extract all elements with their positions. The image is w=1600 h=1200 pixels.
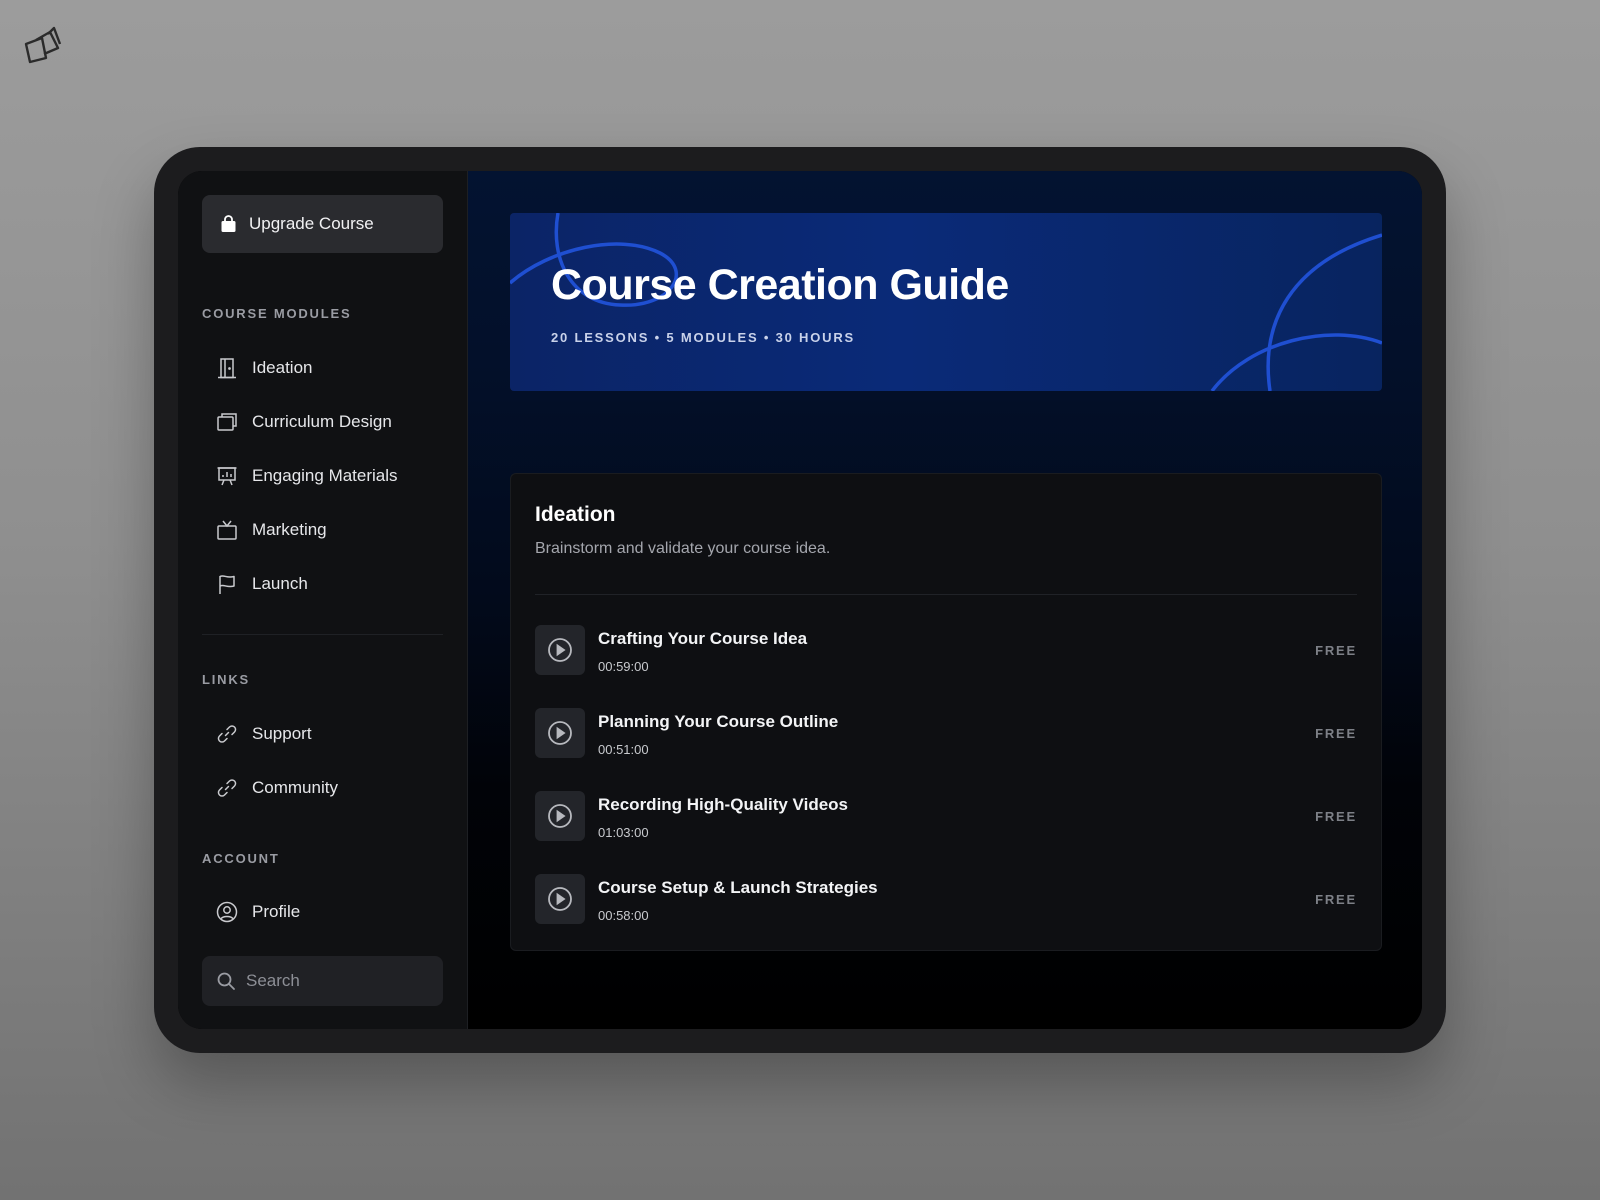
course-meta: 20 LESSONS • 5 MODULES • 30 HOURS [551, 330, 856, 345]
play-circle-icon [548, 721, 572, 745]
sidebar-item-community[interactable]: Community [216, 761, 338, 815]
sidebar-item-label: Ideation [252, 358, 313, 377]
sidebar-item-curriculum-design[interactable]: Curriculum Design [216, 395, 398, 449]
sidebar-item-label: Profile [252, 902, 301, 921]
sidebar-item-support[interactable]: Support [216, 707, 338, 761]
module-title: Ideation [535, 503, 616, 526]
stacked-squares-logo-icon [24, 26, 62, 64]
door-icon [218, 358, 236, 379]
lesson-duration: 00:51:00 [598, 742, 649, 757]
sidebar-item-label: Engaging Materials [252, 466, 398, 485]
link-icon [217, 779, 237, 797]
upgrade-course-button[interactable]: Upgrade Course [202, 195, 443, 253]
lesson-title: Crafting Your Course Idea [598, 629, 808, 648]
links-heading: LINKS [202, 672, 250, 687]
link-icon [217, 725, 237, 743]
play-button[interactable] [535, 874, 585, 924]
course-title: Course Creation Guide [551, 261, 1009, 309]
sidebar-divider [202, 634, 443, 635]
sidebar: Upgrade Course COURSE MODULES Ideation C… [178, 171, 468, 1029]
module-divider [535, 594, 1357, 595]
sidebar-item-label: Marketing [252, 520, 327, 539]
layers-icon [217, 413, 237, 431]
upgrade-course-label: Upgrade Course [249, 214, 374, 233]
lesson-title: Recording High-Quality Videos [598, 795, 848, 814]
sidebar-item-label: Launch [252, 574, 308, 593]
free-badge: FREE [1315, 892, 1357, 907]
module-card: Ideation Brainstorm and validate your co… [510, 473, 1382, 951]
free-badge: FREE [1315, 643, 1357, 658]
sidebar-item-marketing[interactable]: Marketing [216, 503, 398, 557]
lesson-item[interactable]: Course Setup & Launch Strategies 00:58:0… [535, 874, 1357, 957]
shopping-bag-icon [221, 215, 236, 232]
sidebar-item-label: Support [252, 724, 312, 743]
play-button[interactable] [535, 708, 585, 758]
account-list: Profile [216, 885, 300, 939]
tablet-frame: Upgrade Course COURSE MODULES Ideation C… [154, 147, 1446, 1053]
sidebar-item-engaging-materials[interactable]: Engaging Materials [216, 449, 398, 503]
tv-icon [217, 520, 237, 540]
links-list: Support Community [216, 707, 338, 815]
user-circle-icon [216, 901, 238, 923]
lesson-duration: 01:03:00 [598, 825, 649, 840]
search-placeholder: Search [246, 971, 300, 990]
module-description: Brainstorm and validate your course idea… [535, 540, 831, 557]
lesson-title: Planning Your Course Outline [598, 712, 839, 731]
app-screen: Upgrade Course COURSE MODULES Ideation C… [178, 171, 1422, 1029]
course-banner: Course Creation Guide 20 LESSONS • 5 MOD… [510, 213, 1382, 391]
course-modules-heading: COURSE MODULES [202, 306, 352, 321]
presentation-icon [217, 467, 237, 486]
lesson-item[interactable]: Recording High-Quality Videos 01:03:00 F… [535, 791, 1357, 874]
sidebar-item-label: Curriculum Design [252, 412, 392, 431]
sidebar-item-profile[interactable]: Profile [216, 885, 300, 939]
sidebar-item-ideation[interactable]: Ideation [216, 341, 398, 395]
lesson-duration: 00:59:00 [598, 659, 649, 674]
free-badge: FREE [1315, 726, 1357, 741]
lesson-item[interactable]: Crafting Your Course Idea 00:59:00 FREE [535, 625, 1357, 708]
sidebar-item-label: Community [252, 778, 338, 797]
lesson-list: Crafting Your Course Idea 00:59:00 FREE … [535, 625, 1357, 957]
play-button[interactable] [535, 625, 585, 675]
lesson-title: Course Setup & Launch Strategies [598, 878, 878, 897]
flag-icon [219, 575, 235, 594]
play-circle-icon [548, 804, 572, 828]
course-modules-list: Ideation Curriculum Design Engaging Mate… [216, 341, 398, 611]
lesson-item[interactable]: Planning Your Course Outline 00:51:00 FR… [535, 708, 1357, 791]
search-icon [217, 972, 235, 990]
play-button[interactable] [535, 791, 585, 841]
play-circle-icon [548, 887, 572, 911]
play-circle-icon [548, 638, 572, 662]
sidebar-item-launch[interactable]: Launch [216, 557, 398, 611]
free-badge: FREE [1315, 809, 1357, 824]
search-input[interactable]: Search [202, 956, 443, 1006]
main-content: Course Creation Guide 20 LESSONS • 5 MOD… [468, 171, 1422, 1029]
lesson-duration: 00:58:00 [598, 908, 649, 923]
account-heading: ACCOUNT [202, 851, 280, 866]
